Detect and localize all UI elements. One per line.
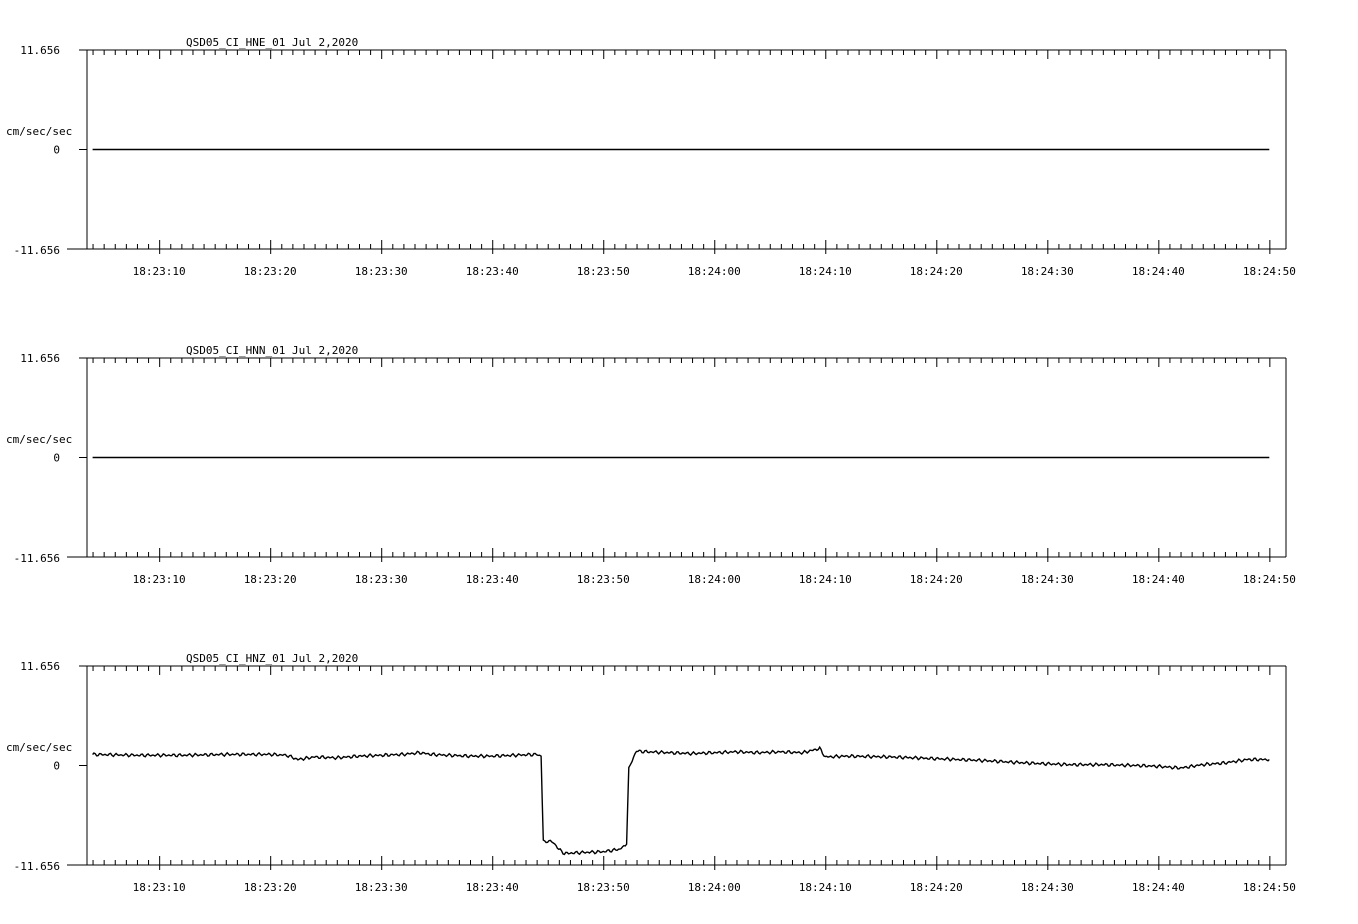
x-tick-label: 18:24:10 [799, 881, 852, 894]
x-tick-label: 18:24:10 [799, 573, 852, 586]
x-tick-label: 18:23:10 [133, 265, 186, 278]
x-tick-label: 18:24:40 [1132, 573, 1185, 586]
x-tick-label: 18:23:30 [355, 573, 408, 586]
y-tick-label-max: 11.656 [20, 660, 60, 673]
x-tick-label: 18:23:40 [466, 573, 519, 586]
x-tick-label: 18:24:20 [910, 881, 963, 894]
y-tick-label-min: -11.656 [14, 552, 60, 565]
x-tick-label: 18:24:50 [1243, 573, 1296, 586]
x-tick-label: 18:24:00 [688, 265, 741, 278]
x-tick-label: 18:24:00 [688, 881, 741, 894]
x-tick-label: 18:24:30 [1021, 265, 1074, 278]
chart-title: QSD05_CI_HNZ_01 Jul 2,2020 [186, 652, 358, 665]
y-tick-label-max: 11.656 [20, 352, 60, 365]
y-tick-label-zero: 0 [53, 144, 60, 157]
x-tick-label: 18:23:50 [577, 265, 630, 278]
x-tick-label: 18:23:10 [133, 881, 186, 894]
y-axis-label: cm/sec/sec [6, 433, 72, 446]
x-tick-label: 18:23:30 [355, 881, 408, 894]
x-tick-label: 18:23:20 [244, 573, 297, 586]
x-tick-label: 18:23:50 [577, 881, 630, 894]
x-tick-label: 18:23:40 [466, 265, 519, 278]
y-axis-label: cm/sec/sec [6, 125, 72, 138]
x-tick-label: 18:24:40 [1132, 881, 1185, 894]
x-tick-label: 18:23:50 [577, 573, 630, 586]
chart-title: QSD05_CI_HNE_01 Jul 2,2020 [186, 36, 358, 49]
x-tick-label: 18:23:10 [133, 573, 186, 586]
x-tick-label: 18:24:40 [1132, 265, 1185, 278]
seismogram-figure: QSD05_CI_HNE_01 Jul 2,2020 11.656 0 -11.656… [6, 36, 1296, 894]
y-tick-label-min: -11.656 [14, 244, 60, 257]
x-tick-label: 18:24:20 [910, 265, 963, 278]
x-tick-label: 18:24:00 [688, 573, 741, 586]
x-tick-label: 18:24:50 [1243, 881, 1296, 894]
chart-panel-1: QSD05_CI_HNE_01 Jul 2,2020 11.656 0 -11.656… [6, 36, 1296, 278]
x-tick-label: 18:23:40 [466, 881, 519, 894]
x-tick-label: 18:24:20 [910, 573, 963, 586]
y-tick-label-zero: 0 [53, 452, 60, 465]
y-tick-label-zero: 0 [53, 760, 60, 773]
x-tick-label: 18:24:30 [1021, 881, 1074, 894]
chart-panel-3: QSD05_CI_HNZ_01 Jul 2,2020 11.656 0 -11.656… [6, 652, 1296, 894]
chart-title: QSD05_CI_HNN_01 Jul 2,2020 [186, 344, 358, 357]
x-tick-label: 18:23:20 [244, 265, 297, 278]
waveform-trace [92, 745, 1270, 856]
x-tick-label: 18:24:30 [1021, 573, 1074, 586]
y-axis-label: cm/sec/sec [6, 741, 72, 754]
x-tick-label: 18:24:10 [799, 265, 852, 278]
chart-panel-2: QSD05_CI_HNN_01 Jul 2,2020 11.656 0 -11.656… [6, 344, 1296, 586]
x-tick-label: 18:24:50 [1243, 265, 1296, 278]
y-tick-label-max: 11.656 [20, 44, 60, 57]
x-tick-label: 18:23:30 [355, 265, 408, 278]
x-tick-label: 18:23:20 [244, 881, 297, 894]
y-tick-label-min: -11.656 [14, 860, 60, 873]
